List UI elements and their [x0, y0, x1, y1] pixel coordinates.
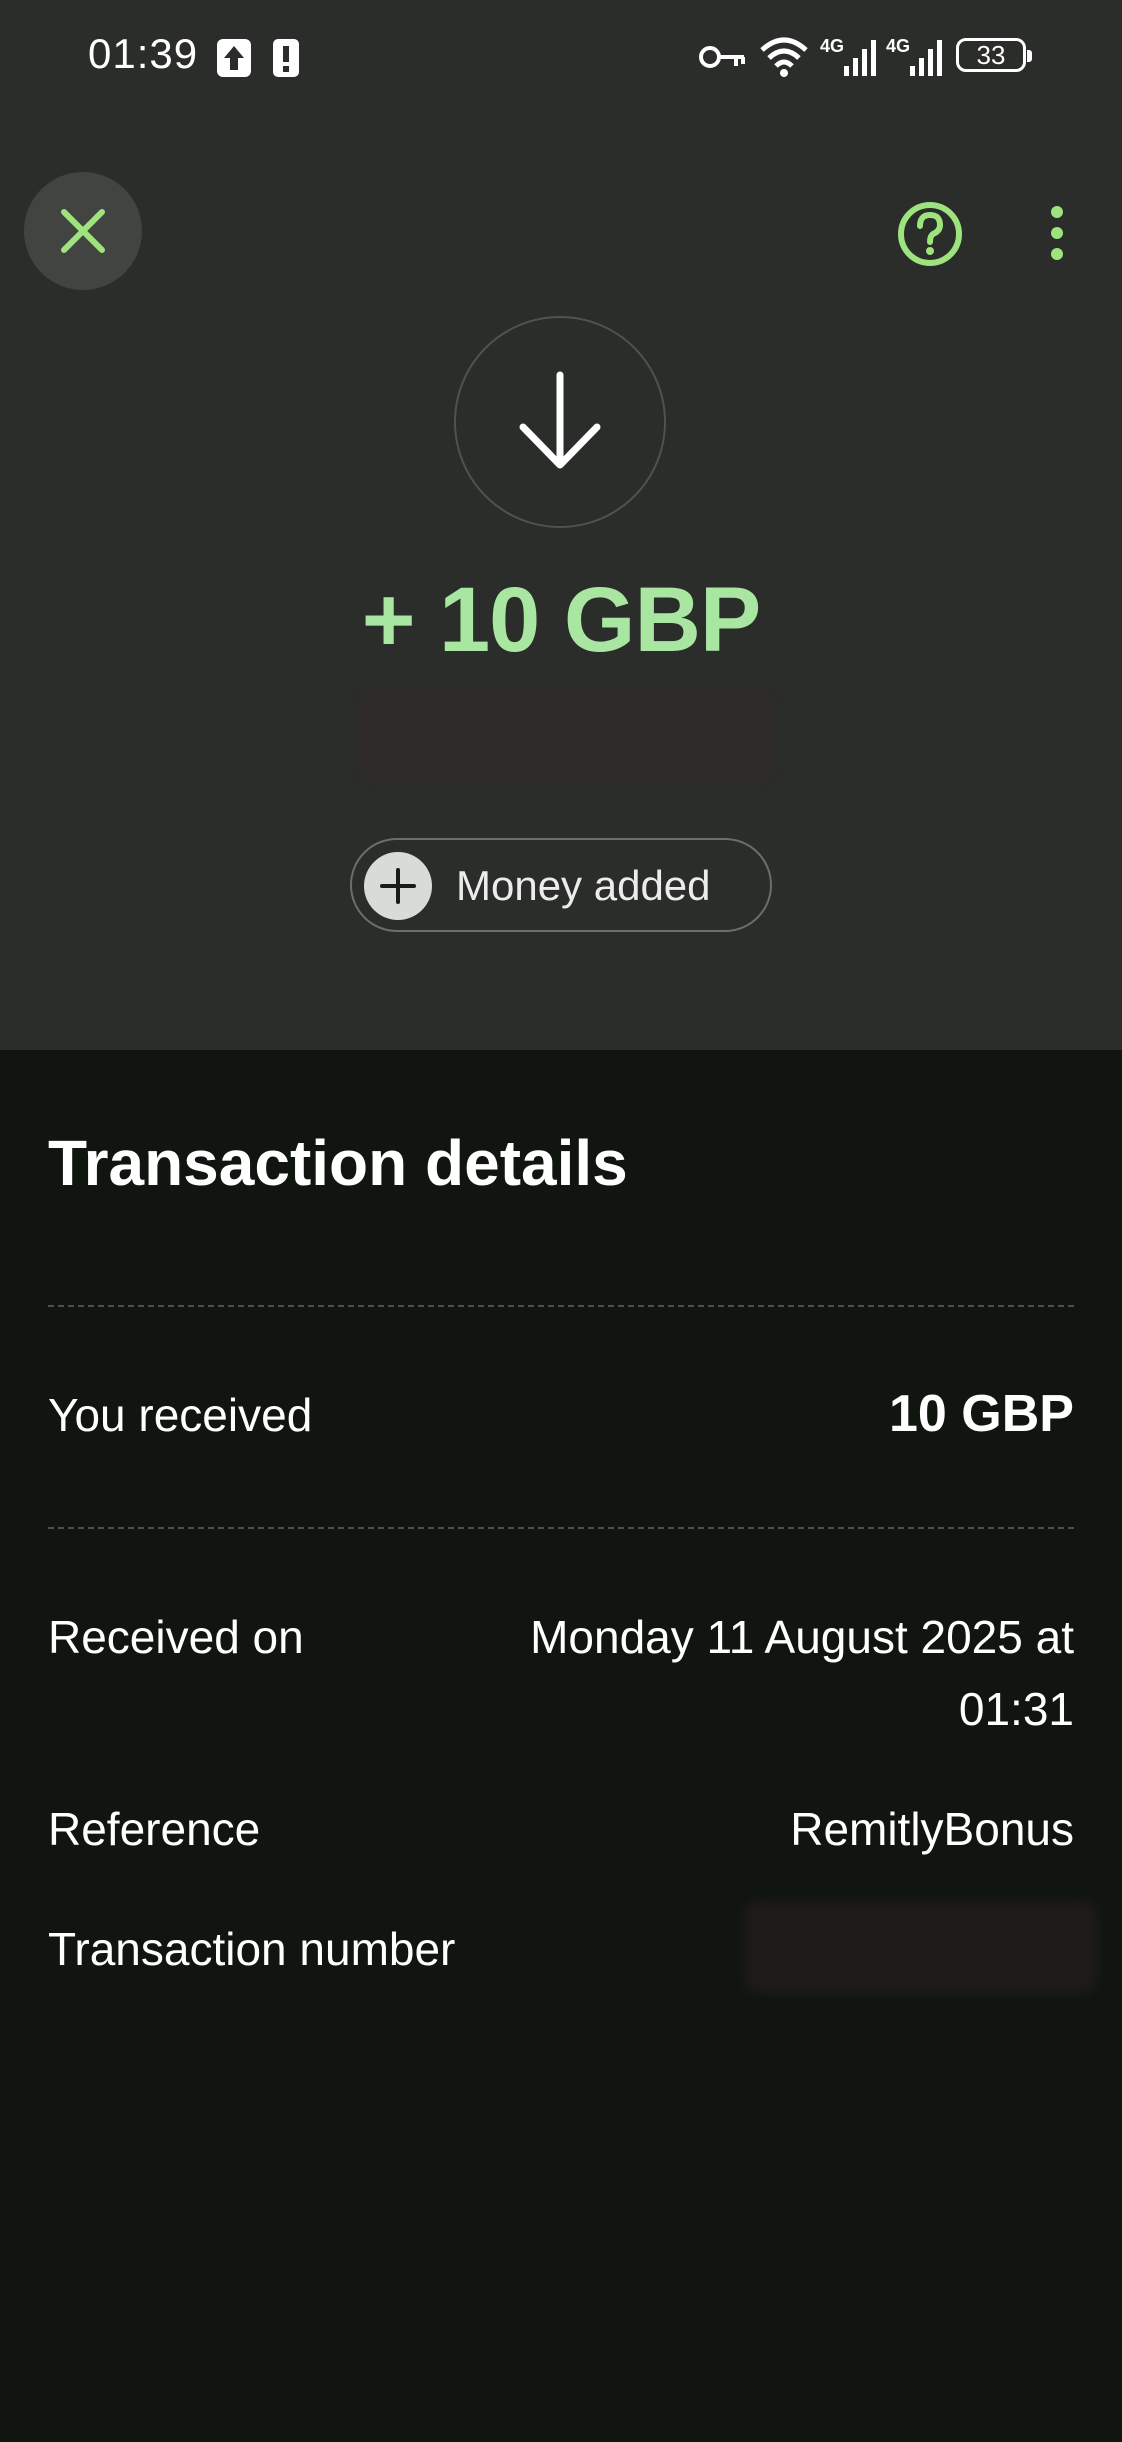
- transaction-amount: + 10 GBP: [361, 569, 762, 671]
- row-label-reference: Reference: [48, 1803, 261, 1855]
- row-value-received-on-line1: Monday 11 August 2025 at: [530, 1611, 1074, 1663]
- close-icon: [61, 209, 105, 253]
- help-button[interactable]: [896, 200, 964, 268]
- more-vertical-icon: [1051, 206, 1063, 260]
- row-label-received-on: Received on: [48, 1611, 304, 1663]
- help-circle-icon: [898, 202, 962, 266]
- redacted-transaction-number: [744, 1900, 1098, 1994]
- cell-signal-2-icon: 4G: [886, 36, 942, 76]
- network-type-label: 4G: [820, 36, 845, 56]
- cell-signal-1-icon: 4G: [820, 36, 876, 76]
- divider: [48, 1305, 1074, 1307]
- row-value-received-on-line2: 01:31: [958, 1683, 1074, 1735]
- upload-notification-icon: [217, 39, 251, 77]
- row-value-you-received: 10 GBP: [889, 1385, 1074, 1443]
- more-options-button[interactable]: [1040, 200, 1074, 268]
- status-time: 01:39: [88, 30, 199, 77]
- divider: [48, 1527, 1074, 1529]
- row-label-you-received: You received: [48, 1389, 313, 1441]
- close-button[interactable]: [24, 172, 142, 290]
- transaction-details-area: [0, 1050, 1122, 2442]
- section-title: Transaction details: [48, 1127, 628, 1199]
- wifi-icon: [760, 37, 808, 77]
- arrow-down-icon: [519, 371, 601, 469]
- incoming-direction-badge: [454, 316, 666, 528]
- row-value-reference: RemitlyBonus: [790, 1803, 1074, 1855]
- row-label-transaction-number: Transaction number: [48, 1923, 456, 1975]
- transaction-type-label: Money added: [456, 862, 711, 909]
- network-type-label: 4G: [886, 36, 911, 56]
- redacted-subtitle: [356, 690, 776, 782]
- alert-notification-icon: [273, 39, 299, 77]
- transaction-type-chip: Money added: [350, 838, 772, 932]
- vpn-key-icon: [699, 46, 745, 68]
- plus-icon: [364, 852, 432, 920]
- battery-indicator: 33: [956, 38, 1032, 72]
